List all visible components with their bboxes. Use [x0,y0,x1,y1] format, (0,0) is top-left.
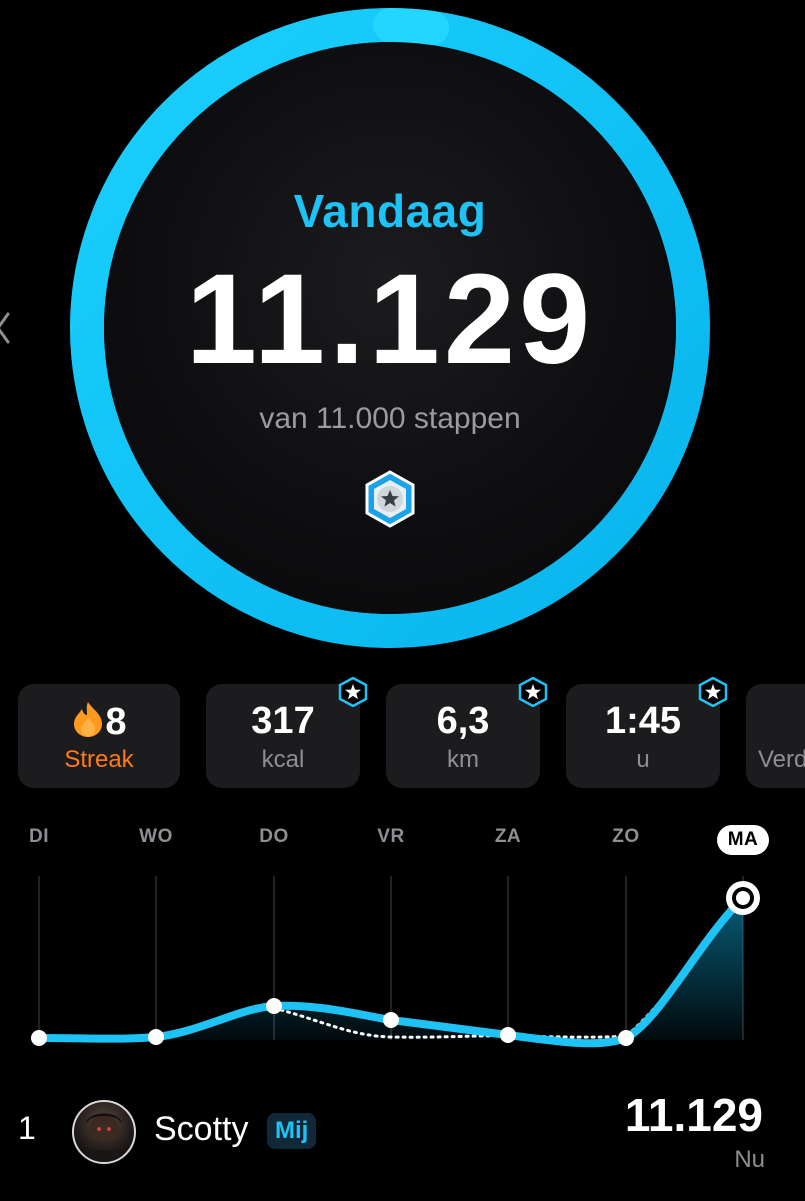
day-point-di[interactable] [31,1030,47,1046]
streak-value: 8 [105,701,127,743]
day-point-ma-selected[interactable] [726,881,760,915]
duration-card[interactable]: 1:45 u [566,684,720,788]
day-point-za[interactable] [500,1027,516,1043]
leaderboard-rank: 1 [18,1110,36,1146]
calories-card[interactable]: 317 kcal [206,684,360,788]
daily-progress-ring[interactable]: Vandaag 11.129 van 11.000 stappen [70,8,710,648]
calories-value: 317 [251,700,315,742]
today-step-count: 11.129 [185,248,595,391]
streak-label: Streak [64,746,134,773]
achievement-star-icon [698,677,728,707]
next-stat-card[interactable]: Verd [746,684,805,788]
flame-icon [74,702,103,737]
day-label-zo[interactable]: ZO [596,826,656,848]
step-goal-text: van 11.000 stappen [259,402,521,435]
day-label-ma-selected[interactable]: MA [717,825,769,855]
next-stat-label: Verd [758,746,805,773]
duration-label: u [636,746,650,773]
avatar[interactable] [72,1100,136,1164]
me-badge: Mij [267,1113,317,1149]
day-label-do[interactable]: DO [244,826,304,848]
avatar-image [82,1113,126,1162]
achievement-star-icon [518,677,548,707]
leaderboard-username: Scotty [154,1110,249,1148]
distance-value: 6,3 [436,700,490,742]
calories-label: kcal [261,746,305,773]
leaderboard-steps: 11.129 [624,1089,763,1141]
streak-value-row: 8 [18,700,180,744]
distance-card[interactable]: 6,3 km [386,684,540,788]
streak-card[interactable]: 8 Streak [18,684,180,788]
day-label-di[interactable]: DI [9,826,69,848]
day-label-za[interactable]: ZA [478,826,538,848]
weekly-steps-chart[interactable] [0,860,805,1060]
duration-value: 1:45 [604,700,682,742]
distance-label: km [447,746,479,773]
day-point-vr[interactable] [383,1012,399,1028]
day-label-wo[interactable]: WO [126,826,186,848]
achievement-star-icon [338,677,368,707]
day-point-wo[interactable] [148,1029,164,1045]
day-label-vr[interactable]: VR [361,826,421,848]
leaderboard-time: Nu [734,1146,765,1173]
goal-badge-icon[interactable] [364,470,416,528]
day-point-zo[interactable] [618,1030,634,1046]
today-title: Vandaag [293,185,487,237]
chevron-left-icon[interactable] [0,308,16,348]
day-point-do[interactable] [266,998,282,1014]
